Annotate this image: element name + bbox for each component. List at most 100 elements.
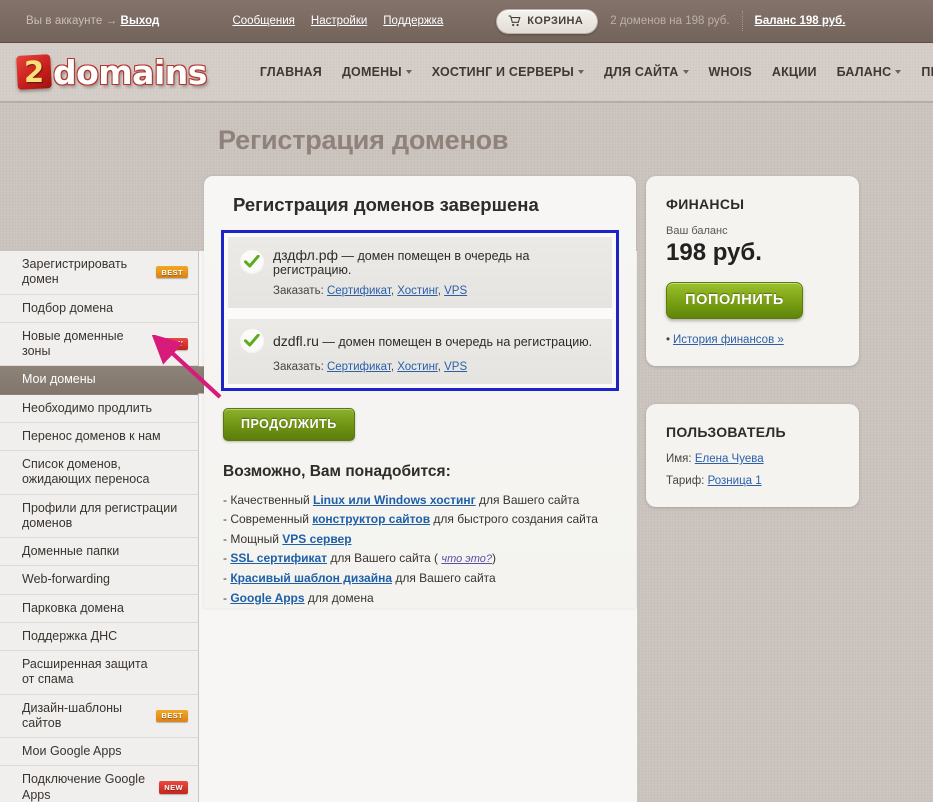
nav-item-label: АКЦИИ: [771, 65, 817, 79]
sidebar-item-10[interactable]: Парковка домена: [0, 595, 198, 623]
sidebar-item-label: Мои Google Apps: [22, 744, 122, 758]
green-check-icon: [240, 250, 264, 274]
suggestion-suffix: для Вашего сайта: [475, 493, 580, 507]
sidebar-item-label: Парковка домена: [22, 600, 124, 615]
suggestion-suffix: для домена: [304, 590, 374, 605]
suggestion-link[interactable]: Linux или Windows хостинг: [313, 493, 476, 507]
user-name-label: Имя:: [666, 453, 692, 465]
cart-button[interactable]: КОРЗИНА: [496, 8, 599, 34]
finance-history-row: • История финансов »: [666, 334, 841, 346]
chevron-down-icon: [577, 70, 584, 74]
suggestions-heading: Возможно, Вам понадобится:: [223, 463, 451, 480]
site-header: 2 domains ГЛАВНАЯ ДОМЕНЫ ХОСТИНГ И СЕРВЕРЫ…: [0, 43, 933, 103]
order-vps-link[interactable]: VPS: [444, 285, 467, 297]
user-name-link[interactable]: Елена Чуева: [695, 453, 764, 465]
registration-result-box: дздфл.рф — домен помещен в очередь на ре…: [221, 230, 619, 391]
order-certificate-link[interactable]: Сертификат: [327, 285, 391, 297]
logout-link[interactable]: Выход: [121, 15, 160, 27]
settings-link[interactable]: Настройки: [311, 15, 367, 27]
suggestion-link[interactable]: SSL сертификат: [230, 551, 327, 565]
list-item: - Качественный Linux или Windows хостинг…: [223, 491, 619, 510]
sidebar-item-5[interactable]: Перенос доменов к нам: [0, 423, 198, 451]
order-hosting-link[interactable]: Хостинг: [397, 285, 438, 297]
suggestion-prefix: - Качественный: [223, 493, 313, 507]
chevron-down-icon: [682, 70, 689, 74]
sidebar-item-label: Подключение Google Apps: [22, 772, 146, 802]
page-title: Регистрация доменов: [218, 125, 509, 155]
list-item: - Google Apps для домена: [223, 589, 619, 608]
nav-item-3[interactable]: ДЛЯ САЙТА: [604, 65, 689, 79]
sidebar-item-12[interactable]: Расширенная защита от спама: [0, 651, 198, 695]
sidebar-item-label: Необходимо продлить: [22, 400, 152, 415]
sidebar-item-label: Доменные папки: [22, 544, 120, 558]
finance-history-link[interactable]: История финансов »: [673, 334, 784, 346]
nav-item-5[interactable]: АКЦИИ: [772, 65, 817, 79]
list-item: - Мощный VPS сервер: [223, 530, 619, 549]
nav-item-2[interactable]: ХОСТИНГ И СЕРВЕРЫ: [432, 65, 584, 79]
sidebar-item-label: Дизайн-шаблоны сайтов: [22, 700, 123, 730]
sidebar-item-label: Новые доменные зоны: [22, 328, 124, 358]
topbar-divider: [741, 11, 743, 31]
sidebar-item-6[interactable]: Список доменов, ожидающих переноса: [0, 451, 198, 495]
sidebar-item-label: Список доменов, ожидающих переноса: [22, 457, 150, 487]
site-logo[interactable]: 2 domains: [16, 51, 207, 93]
order-hosting-link[interactable]: Хостинг: [397, 361, 438, 373]
sidebar-item-4[interactable]: Необходимо продлить: [0, 395, 198, 423]
user-panel: ПОЛЬЗОВАТЕЛЬ Имя: Елена Чуева Тариф: Роз…: [646, 404, 859, 507]
logo-digit: 2: [23, 54, 45, 89]
main-navigation: ГЛАВНАЯ ДОМЕНЫ ХОСТИНГ И СЕРВЕРЫ ДЛЯ САЙТА W…: [260, 65, 933, 79]
balance-value: 198 руб.: [666, 239, 762, 266]
topup-button[interactable]: ПОПОЛНИТЬ: [666, 282, 803, 319]
messages-link[interactable]: Сообщения: [232, 15, 294, 27]
nav-item-0[interactable]: ГЛАВНАЯ: [260, 65, 322, 79]
sidebar-item-1[interactable]: Подбор домена: [0, 295, 198, 323]
finance-panel-title: ФИНАНСЫ: [666, 196, 745, 212]
result-row: дздфл.рф — домен помещен в очередь на ре…: [228, 237, 612, 308]
suggestion-link[interactable]: Google Apps: [230, 591, 304, 605]
main-heading: Регистрация доменов завершена: [233, 194, 539, 215]
sidebar-item-11[interactable]: Поддержка ДНС: [0, 623, 198, 651]
sidebar-item-13[interactable]: Дизайн-шаблоны сайтов BEST: [0, 695, 198, 738]
suggestion-link[interactable]: конструктор сайтов: [312, 512, 430, 526]
sidebar-item-8[interactable]: Доменные папки: [0, 538, 198, 567]
sidebar-item-15[interactable]: Подключение Google Apps NEW: [0, 766, 198, 802]
sidebar-item-2[interactable]: Новые доменные зоны NEW: [0, 323, 198, 367]
sidebar-item-label: Web-forwarding: [22, 572, 111, 587]
suggestion-prefix: - Мощный: [223, 531, 283, 546]
nav-item-label: БАЛАНС: [836, 65, 892, 79]
nav-item-label: ДОМЕНЫ: [341, 65, 402, 79]
logo-wordmark: domains: [53, 52, 207, 92]
suggestion-link[interactable]: Красивый шаблон дизайна: [230, 571, 392, 585]
result-separator: [228, 308, 612, 319]
shopping-cart-icon: [508, 15, 521, 27]
suggestion-link[interactable]: VPS сервер: [282, 532, 351, 546]
account-status: Вы в аккаунте → Выход: [26, 15, 159, 27]
sidebar-item-14[interactable]: Мои Google Apps: [0, 738, 198, 767]
result-domain-name: dzdfl.ru: [273, 333, 319, 349]
nav-item-6[interactable]: БАЛАНС: [837, 65, 902, 79]
nav-item-label: ПРОФИЛИ: [921, 65, 933, 79]
nav-item-label: ХОСТИНГ И СЕРВЕРЫ: [431, 65, 574, 79]
suggestion-suffix: для Вашего сайта: [392, 571, 496, 586]
sidebar-item-3[interactable]: Мои домены: [0, 366, 198, 395]
sidebar-item-label: Поддержка ДНС: [22, 628, 118, 643]
user-tariff-label: Тариф:: [666, 475, 705, 487]
result-domain-name: дздфл.рф: [273, 247, 339, 263]
balance-link[interactable]: Баланс 198 руб.: [755, 15, 846, 27]
sidebar-item-0[interactable]: Зарегистрировать домен BEST: [0, 251, 198, 295]
user-panel-title: ПОЛЬЗОВАТЕЛЬ: [666, 424, 786, 440]
user-tariff-link[interactable]: Розница 1: [708, 475, 762, 487]
order-vps-link[interactable]: VPS: [444, 361, 467, 373]
order-certificate-link[interactable]: Сертификат: [327, 361, 391, 373]
sidebar-item-9[interactable]: Web-forwarding: [0, 566, 198, 595]
sidebar-item-7[interactable]: Профили для регистрации доменов: [0, 495, 198, 538]
list-item: - SSL сертификат для Вашего сайта ( что …: [223, 549, 619, 569]
nav-item-1[interactable]: ДОМЕНЫ: [342, 65, 412, 79]
suggestion-prefix: - Современный: [223, 512, 313, 527]
what-is-this-link[interactable]: что это?: [441, 553, 492, 565]
support-link[interactable]: Поддержка: [383, 15, 443, 27]
nav-item-label: ДЛЯ САЙТА: [603, 65, 679, 79]
continue-button[interactable]: ПРОДОЛЖИТЬ: [223, 408, 355, 441]
nav-item-7[interactable]: ПРОФИЛИ: [921, 65, 933, 79]
nav-item-4[interactable]: WHOIS: [709, 65, 752, 79]
